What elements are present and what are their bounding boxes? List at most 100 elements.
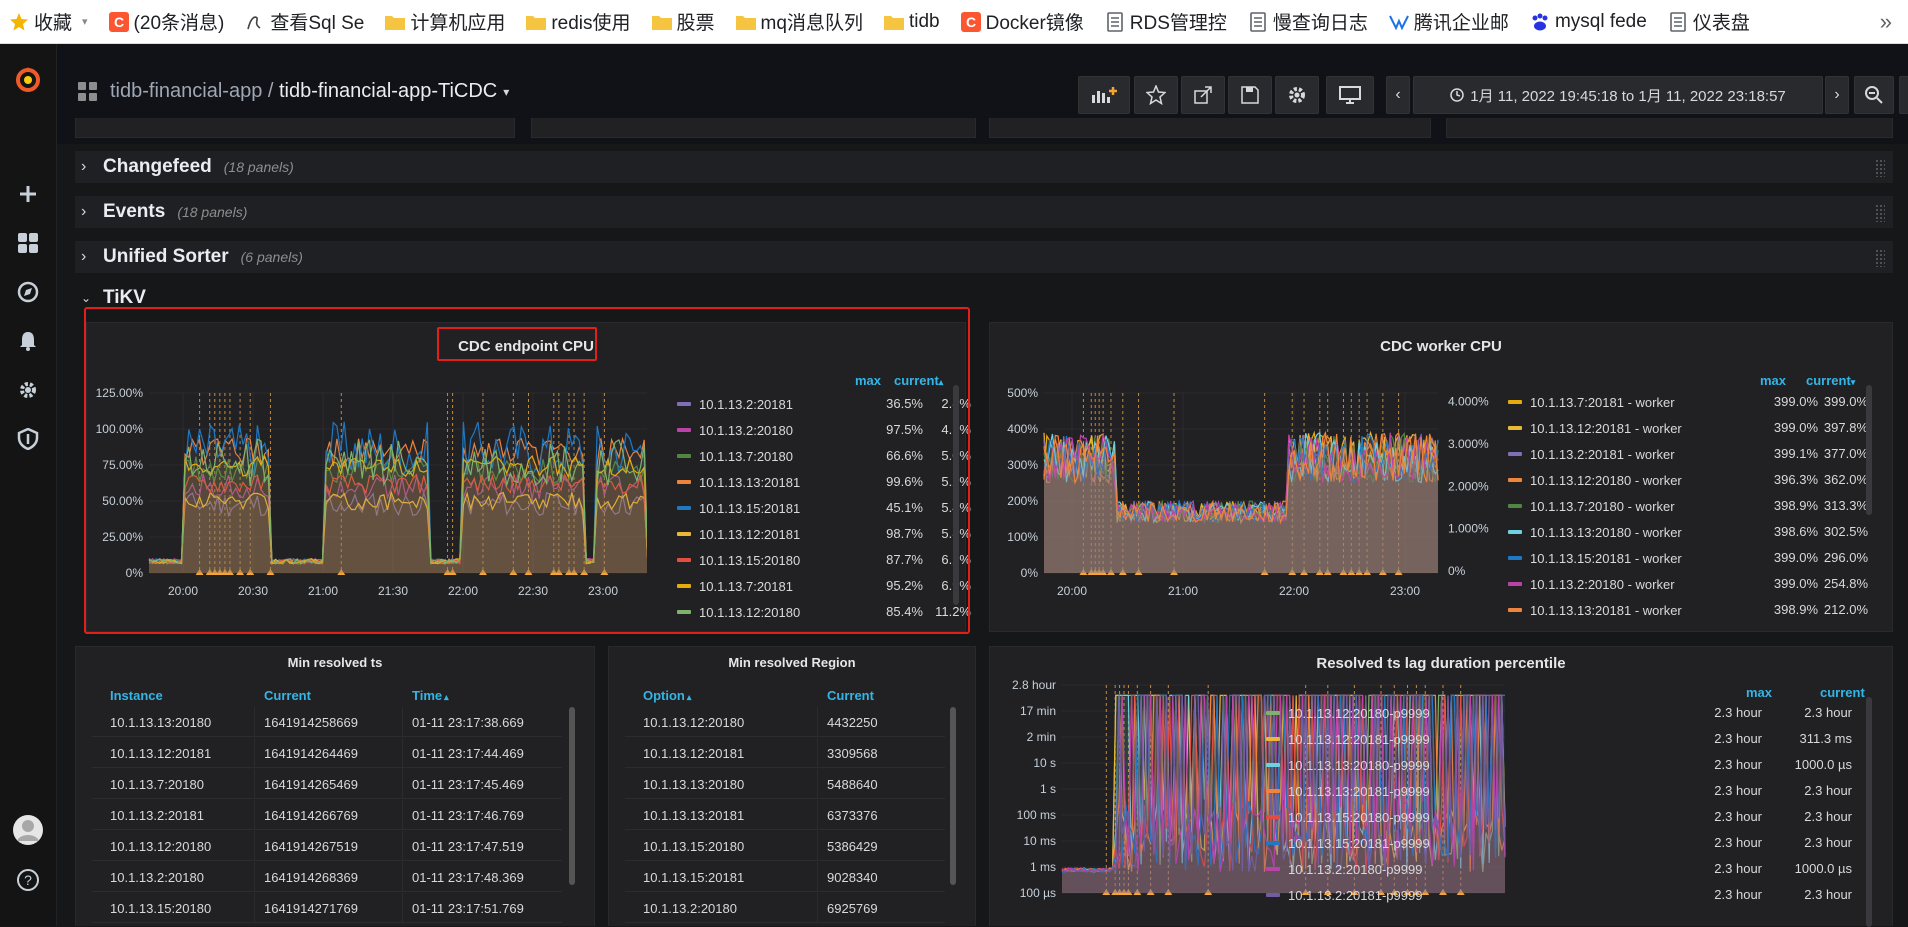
series-color-swatch[interactable] xyxy=(1266,815,1280,819)
legend-item[interactable]: 10.1.13.13:2018199.6%5.2% xyxy=(677,471,971,493)
panel-title[interactable]: Min resolved ts xyxy=(76,655,594,670)
bookmark-item[interactable]: 查看Sql Se xyxy=(236,7,372,37)
add-panel-button[interactable] xyxy=(1078,76,1130,114)
legend-header-current[interactable]: current xyxy=(1820,685,1865,700)
row-unified-sorter[interactable]: › Unified Sorter (6 panels) xyxy=(75,241,1893,273)
bookmark-item[interactable]: 股票 xyxy=(643,7,723,37)
series-color-swatch[interactable] xyxy=(1508,556,1522,560)
series-color-swatch[interactable] xyxy=(677,480,691,484)
tv-mode-button[interactable] xyxy=(1326,76,1374,114)
legend-header-current[interactable]: current▴ xyxy=(894,373,943,388)
legend-header-max[interactable]: max xyxy=(1760,373,1786,388)
series-color-swatch[interactable] xyxy=(1508,478,1522,482)
legend-scrollbar[interactable] xyxy=(953,385,959,605)
table-column-header[interactable]: Current xyxy=(264,688,311,703)
panel-cdc-worker-cpu[interactable]: CDC worker CPU 500% 400% 300% 200% 100% 0% 4.0… xyxy=(989,322,1893,632)
table-column-header[interactable]: Instance xyxy=(110,688,163,703)
series-color-swatch[interactable] xyxy=(677,558,691,562)
legend-item[interactable]: 10.1.13.12:20181 - worker 399.0% 397.8% xyxy=(1508,417,1868,439)
bookmark-item[interactable]: C Docker镜像 xyxy=(952,7,1092,37)
legend-item[interactable]: 10.1.13.12:20181-p9999 2.3 hour 311.3 ms xyxy=(1266,728,1852,750)
series-color-swatch[interactable] xyxy=(677,454,691,458)
series-color-swatch[interactable] xyxy=(1508,582,1522,586)
legend-item[interactable]: 10.1.13.2:20180 - worker 399.0% 254.8% xyxy=(1508,573,1868,595)
series-color-swatch[interactable] xyxy=(1266,763,1280,767)
panel-min-resolved-region[interactable]: Min resolved Region Option ▴ Current 10.1.1… xyxy=(608,646,976,926)
bookmark-item[interactable]: C (20条消息) xyxy=(100,7,233,37)
legend-item[interactable]: 10.1.13.13:20181 - worker 398.9% 212.0% xyxy=(1508,599,1868,621)
legend-item[interactable]: 10.1.13.7:2018066.6%5.0% xyxy=(677,445,971,467)
table-scrollbar[interactable] xyxy=(569,707,575,885)
series-color-swatch[interactable] xyxy=(1266,841,1280,845)
time-forward-button[interactable]: › xyxy=(1825,76,1849,114)
legend-header-current[interactable]: current▾ xyxy=(1806,373,1855,388)
star-button[interactable] xyxy=(1134,76,1178,114)
dashboard-title[interactable]: tidb-financial-app / tidb-financial-app-… xyxy=(78,80,509,103)
share-button[interactable] xyxy=(1181,76,1225,114)
series-color-swatch[interactable] xyxy=(1266,737,1280,741)
panel-min-resolved-ts[interactable]: Min resolved ts Instance Current Time ▴ 10.1… xyxy=(75,646,595,926)
legend-item[interactable]: 10.1.13.15:2018087.7%6.2% xyxy=(677,549,971,571)
legend-header-max[interactable]: max xyxy=(855,373,881,388)
legend-item[interactable]: 10.1.13.2:2018136.5%2.8% xyxy=(677,393,971,415)
legend-item[interactable]: 10.1.13.7:20180 - worker 398.9% 313.3% xyxy=(1508,495,1868,517)
table-column-header[interactable]: Time ▴ xyxy=(412,688,449,703)
legend-item[interactable]: 10.1.13.2:20181 - worker 399.1% 377.0% xyxy=(1508,443,1868,465)
endpoint-cpu-graph[interactable]: 125.00% 100.00% 75.00% 50.00% 25.00% 0% 20:00 2… xyxy=(87,363,647,623)
legend-item[interactable]: 10.1.13.2:20180-p9999 2.3 hour 1000.0 µs xyxy=(1266,858,1852,880)
series-color-swatch[interactable] xyxy=(1266,711,1280,715)
legend-item[interactable]: 10.1.13.15:20181 - worker 399.0% 296.0% xyxy=(1508,547,1868,569)
bookmark-item[interactable]: 计算机应用 xyxy=(376,7,513,37)
series-color-swatch[interactable] xyxy=(677,506,691,510)
series-color-swatch[interactable] xyxy=(1508,504,1522,508)
table-scrollbar[interactable] xyxy=(950,707,956,885)
legend-item[interactable]: 10.1.13.7:20181 - worker 399.0% 399.0% xyxy=(1508,391,1868,413)
series-color-swatch[interactable] xyxy=(677,402,691,406)
bookmark-item[interactable]: 腾讯企业邮 xyxy=(1380,7,1517,37)
series-color-swatch[interactable] xyxy=(677,610,691,614)
legend-item[interactable]: 10.1.13.15:20180-p9999 2.3 hour 2.3 hour xyxy=(1266,806,1852,828)
panel-cdc-endpoint-cpu[interactable]: CDC endpoint CPU 125.00% 100.00% 75.00% 50.… xyxy=(86,322,971,632)
avatar[interactable] xyxy=(8,812,48,848)
series-color-swatch[interactable] xyxy=(1266,867,1280,871)
series-color-swatch[interactable] xyxy=(1266,789,1280,793)
worker-cpu-graph[interactable]: 500% 400% 300% 200% 100% 0% 4.000% 3.000% 2.000%… xyxy=(990,363,1500,623)
bookmark-item[interactable]: 仪表盘 xyxy=(1659,7,1758,37)
row-events[interactable]: › Events (18 panels) xyxy=(75,196,1893,228)
drag-handle-icon[interactable] xyxy=(1875,204,1885,222)
plus-icon[interactable] xyxy=(8,176,48,212)
row-changefeed[interactable]: › Changefeed (18 panels) xyxy=(75,151,1893,183)
settings-button[interactable] xyxy=(1275,76,1319,114)
bell-icon[interactable] xyxy=(8,323,48,359)
bookmark-item[interactable]: tidb xyxy=(875,7,948,37)
grafana-logo-icon[interactable] xyxy=(8,62,48,98)
bookmark-item[interactable]: RDS管理控 xyxy=(1096,7,1235,37)
bookmark-item[interactable]: mq消息队列 xyxy=(727,7,871,37)
series-color-swatch[interactable] xyxy=(677,584,691,588)
bookmark-item[interactable]: 慢查询日志 xyxy=(1239,7,1376,37)
legend-scrollbar[interactable] xyxy=(1866,385,1872,515)
time-back-button[interactable]: ‹ xyxy=(1386,76,1410,114)
legend-item[interactable]: 10.1.13.12:20180 85.4% 11.2% xyxy=(677,601,971,623)
zoom-out-button[interactable] xyxy=(1854,76,1894,114)
explore-icon[interactable] xyxy=(8,274,48,310)
help-icon[interactable]: ? xyxy=(8,862,48,898)
series-color-swatch[interactable] xyxy=(677,532,691,536)
panel-title[interactable]: Min resolved Region xyxy=(609,655,975,670)
series-color-swatch[interactable] xyxy=(1508,608,1522,612)
panel-title[interactable]: CDC worker CPU xyxy=(990,338,1892,355)
series-color-swatch[interactable] xyxy=(677,428,691,432)
series-color-swatch[interactable] xyxy=(1508,426,1522,430)
save-button[interactable] xyxy=(1228,76,1272,114)
legend-item[interactable]: 10.1.13.13:20180 - worker 398.6% 302.5% xyxy=(1508,521,1868,543)
legend-item[interactable]: 10.1.13.7:2018195.2%6.9% xyxy=(677,575,971,597)
dashboard-name[interactable]: tidb-financial-app-TiCDC xyxy=(279,80,497,103)
dashboards-icon[interactable] xyxy=(8,225,48,261)
legend-item[interactable]: 10.1.13.12:20180 - worker 396.3% 362.0% xyxy=(1508,469,1868,491)
shield-icon[interactable] xyxy=(8,421,48,457)
row-tikv[interactable]: ⌄ TiKV xyxy=(75,286,1893,310)
refresh-button[interactable] xyxy=(1899,76,1908,114)
table-column-header[interactable]: Current xyxy=(827,688,874,703)
time-picker-button[interactable]: 1月 11, 2022 19:45:18 to 1月 11, 2022 23:1… xyxy=(1413,76,1823,114)
series-color-swatch[interactable] xyxy=(1508,452,1522,456)
